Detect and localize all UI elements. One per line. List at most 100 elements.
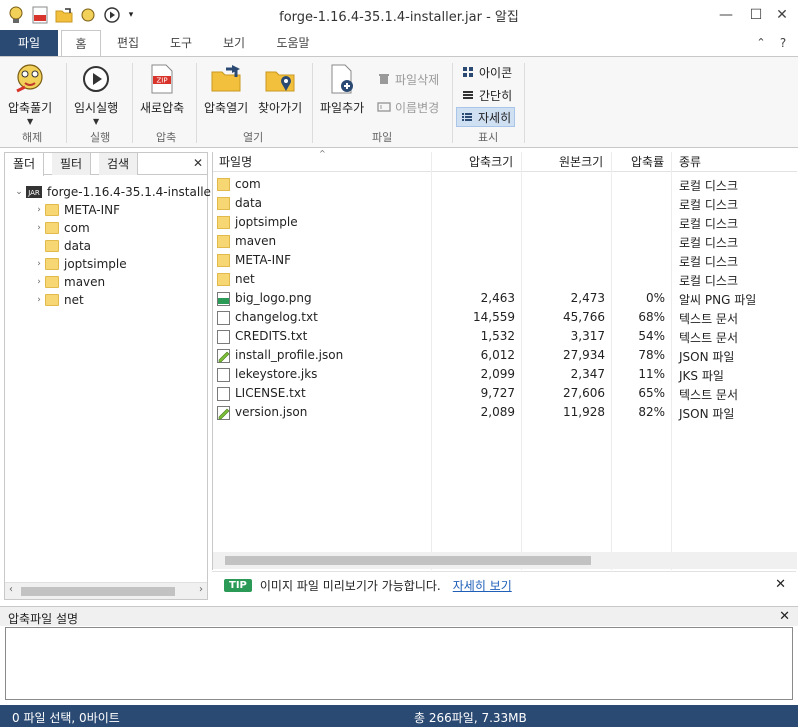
tip-more-link[interactable]: 자세히 보기 [453,577,512,594]
file-name: install_profile.json [235,348,344,362]
tree-item[interactable]: › maven [33,273,105,291]
file-name: CREDITS.txt [235,329,308,343]
scroll-right-icon[interactable]: › [199,584,203,595]
view-detail-button[interactable]: 자세히 [456,107,516,127]
column-header-name[interactable]: 파일명 [219,152,252,172]
file-packed-size: 2,463 [480,291,515,305]
tree-horizontal-scrollbar[interactable]: ‹ › [5,582,207,599]
tab-search[interactable]: 검색 [99,153,139,175]
column-header-original[interactable]: 원본크기 [559,152,603,172]
extract-button[interactable]: 압축풀기 ▼ [8,63,52,126]
file-row[interactable]: LICENSE.txt 9,727 27,606 65% 텍스트 문서 [213,384,797,403]
minimize-icon[interactable]: — [714,4,738,26]
file-ratio: 78% [638,348,665,362]
jar-icon: JAR [25,185,43,199]
open-zip-button[interactable]: 압축열기 [204,63,248,116]
file-packed-size: 6,012 [480,348,515,362]
close-icon[interactable]: ✕ [770,4,794,26]
close-pane-icon[interactable]: ✕ [193,156,203,170]
folder-icon [217,254,230,267]
tab-file[interactable]: 파일 [0,30,58,56]
rename-button[interactable]: 이름변경 [374,97,442,117]
view-simple-button[interactable]: 간단히 [458,85,515,105]
file-row[interactable]: version.json 2,089 11,928 82% JSON 파일 [213,403,797,422]
detail-view-icon [460,110,474,124]
folder-icon [45,294,59,306]
tree-root[interactable]: ⌄ JAR forge-1.16.4-35.1.4-installer. [13,183,218,201]
title-bar: ▾ forge-1.16.4-35.1.4-installer.jar - 알집… [0,0,798,30]
ribbon-separator [312,63,313,143]
file-ratio: 0% [645,291,665,305]
svg-text:ZIP: ZIP [157,77,168,85]
file-row[interactable]: install_profile.json 6,012 27,934 78% JSON 파… [213,346,797,365]
expand-icon[interactable]: › [33,259,45,269]
file-row[interactable]: joptsimple 로컬 디스크 [213,213,797,232]
add-file-icon [324,63,360,95]
tab-folder[interactable]: 폴더 [5,153,45,176]
view-icon-button[interactable]: 아이콘 [458,62,515,82]
tree-item[interactable]: › com [33,219,89,237]
expand-icon[interactable]: › [33,277,45,287]
file-name: joptsimple [235,215,298,229]
tab-filter[interactable]: 필터 [52,153,92,175]
scrollbar-thumb[interactable] [21,587,175,596]
tree-item[interactable]: › joptsimple [33,255,126,273]
tab-view[interactable]: 보기 [213,30,255,56]
description-textarea[interactable] [5,627,793,700]
file-ratio: 54% [638,329,665,343]
column-header-type[interactable]: 종류 [679,152,701,172]
dropdown-arrow-icon[interactable]: ▼ [27,117,33,126]
expand-icon[interactable]: › [33,295,45,305]
file-list: ^ 파일명 압축크기 원본크기 압축률 종류 com 로컬 디스크 data 로컬 디… [212,149,797,570]
dropdown-arrow-icon[interactable]: ▼ [93,117,99,126]
close-icon[interactable]: ✕ [779,609,790,624]
file-ratio: 65% [638,386,665,400]
description-header: 압축파일 설명 ✕ [0,606,798,626]
file-name: data [235,196,263,210]
left-tab-bar: 폴더 필터 검색 ✕ [5,153,207,176]
column-header-ratio[interactable]: 압축률 [631,152,664,172]
expand-icon[interactable]: › [33,205,45,215]
file-row[interactable]: data 로컬 디스크 [213,194,797,213]
file-row[interactable]: net 로컬 디스크 [213,270,797,289]
new-zip-button[interactable]: ZIP 새로압축 [140,63,184,116]
find-button[interactable]: 찾아가기 [258,63,302,116]
maximize-icon[interactable]: ☐ [744,4,768,26]
file-type: 로컬 디스크 [679,236,739,250]
collapse-icon[interactable]: ⌄ [13,187,25,197]
file-type: 텍스트 문서 [679,331,739,345]
file-row[interactable]: com 로컬 디스크 [213,175,797,194]
add-file-button[interactable]: 파일추가 [320,63,364,116]
collapse-ribbon-icon[interactable]: ⌃ [752,30,770,56]
file-row[interactable]: big_logo.png 2,463 2,473 0% 알씨 PNG 파일 [213,289,797,308]
file-row[interactable]: maven 로컬 디스크 [213,232,797,251]
status-bar: 0 파일 선택, 0바이트 총 266파일, 7.33MB [0,705,798,727]
expand-icon[interactable]: › [33,223,45,233]
file-row[interactable]: CREDITS.txt 1,532 3,317 54% 텍스트 문서 [213,327,797,346]
scroll-left-icon[interactable]: ‹ [9,584,13,595]
group-label-file: 파일 [372,131,393,144]
list-horizontal-scrollbar[interactable] [213,552,797,569]
file-original-size: 27,934 [563,348,605,362]
tree-item[interactable]: › net [33,291,84,309]
tab-home[interactable]: 홈 [61,30,101,57]
file-row[interactable]: changelog.txt 14,559 45,766 68% 텍스트 문서 [213,308,797,327]
folder-icon [217,216,230,229]
ribbon-tab-bar: 파일 홈 편집 도구 보기 도움말 ⌃ ? [0,30,798,57]
tab-tools[interactable]: 도구 [160,30,202,56]
help-icon[interactable]: ? [774,30,792,56]
scrollbar-thumb[interactable] [225,556,591,565]
temp-run-button[interactable]: 임시실행 ▼ [74,63,118,126]
column-header-packed[interactable]: 압축크기 [469,152,513,172]
file-row[interactable]: META-INF 로컬 디스크 [213,251,797,270]
file-name: LICENSE.txt [235,386,306,400]
file-icon [217,330,230,344]
tree-item[interactable]: › META-INF [33,201,120,219]
tree-item[interactable]: data [33,237,91,255]
delete-file-button[interactable]: 파일삭제 [374,69,442,89]
tip-badge: TIP [224,579,252,592]
tab-edit[interactable]: 편집 [107,30,149,56]
tab-help[interactable]: 도움말 [266,30,320,56]
close-icon[interactable]: ✕ [775,577,786,592]
file-row[interactable]: lekeystore.jks 2,099 2,347 11% JKS 파일 [213,365,797,384]
